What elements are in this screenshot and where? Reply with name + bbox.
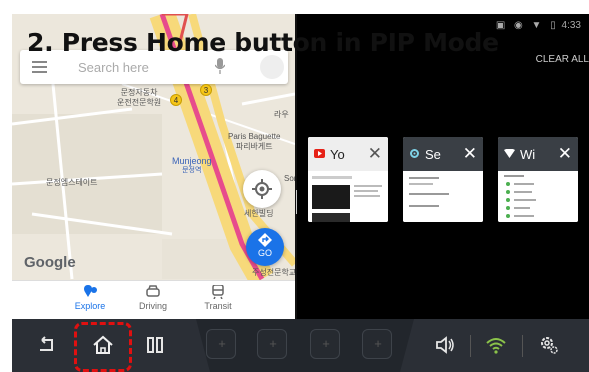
train-icon (212, 285, 224, 299)
clear-all-button[interactable]: CLEAR ALL (536, 54, 589, 65)
card-thumbnail (498, 171, 578, 222)
separator (470, 335, 471, 357)
app-slot-4[interactable] (362, 329, 393, 359)
settings-gear-button[interactable] (536, 332, 562, 358)
wifi-status-button[interactable] (483, 332, 509, 358)
search-placeholder[interactable]: Search here (78, 60, 149, 75)
mic-icon[interactable] (215, 58, 225, 74)
close-icon[interactable]: ✕ (368, 144, 382, 164)
app-slot-2[interactable] (257, 329, 288, 359)
my-location-button[interactable] (243, 170, 281, 208)
settings-icon (410, 149, 419, 158)
tab-explore[interactable]: Explore (60, 285, 120, 311)
status-bar: ▣ ◉ ▼ ▯ 4:33 (496, 20, 581, 31)
tab-transit[interactable]: Transit (188, 285, 248, 311)
map-label-munjeong-station: Munjeong 문정역 (172, 156, 212, 174)
app-slot-1[interactable] (206, 329, 237, 359)
maps-pip-window[interactable]: Search here 문정자동차 운전전문학원 4 3 라우 Paris Bag… (12, 14, 295, 319)
map-bottom-tabs: Explore Driving Transit (12, 280, 295, 319)
map-label-school: 문정자동차 운전전문학원 (117, 88, 162, 107)
go-button[interactable]: GO (246, 228, 284, 266)
svg-text:3: 3 (204, 86, 209, 95)
map-label-east: 문정엠스테이트 (46, 178, 98, 187)
directions-arrow-icon (258, 233, 272, 247)
recent-card-youtube[interactable]: Yo ✕ (308, 137, 388, 222)
close-icon[interactable]: ✕ (558, 144, 572, 164)
locate-icon (252, 179, 272, 199)
card-thumbnail (308, 171, 388, 222)
navigation-bar (12, 319, 589, 372)
car-icon (146, 285, 160, 297)
recents-button[interactable] (142, 332, 168, 358)
close-icon[interactable]: ✕ (463, 144, 477, 164)
google-logo: Google (24, 254, 76, 271)
directions-icon[interactable] (260, 55, 284, 79)
svg-text:4: 4 (174, 96, 179, 105)
youtube-icon (314, 149, 325, 158)
map-label-bottom: 주성전문학교 (252, 268, 295, 277)
volume-button[interactable] (432, 332, 458, 358)
card-thumbnail (403, 171, 483, 222)
route-badge-4: 4 (170, 94, 182, 106)
map-label-south: 세한빌딩 (244, 209, 274, 218)
menu-icon[interactable] (32, 61, 47, 73)
separator (522, 335, 523, 357)
go-label: GO (257, 248, 272, 258)
wifi-icon (504, 149, 515, 158)
home-button-highlight (74, 322, 132, 372)
recents-overview: ▣ ◉ ▼ ▯ 4:33 CLEAR ALL Yo ✕ Se ✕ Wi ✕ (297, 14, 589, 319)
recent-card-wifi[interactable]: Wi ✕ (498, 137, 578, 222)
app-slot-3[interactable] (310, 329, 341, 359)
recent-card-settings[interactable]: Se ✕ (403, 137, 483, 222)
map-label-son: Son (284, 174, 295, 183)
tab-driving[interactable]: Driving (123, 285, 183, 311)
device-screen: Search here 문정자동차 운전전문학원 4 3 라우 Paris Bag… (12, 14, 589, 372)
instruction-caption: 2. Press Home button in PIP Mode (27, 28, 499, 57)
map-label-partial: 라우 (274, 110, 289, 119)
back-button[interactable] (34, 332, 60, 358)
route-badge-3: 3 (200, 84, 212, 96)
clock: 4:33 (561, 20, 581, 31)
status-icons: ▣ ◉ ▼ ▯ (495, 20, 559, 31)
explore-pin-icon (84, 285, 97, 297)
map-label-paris-baguette: Paris Baguette 파리바게트 (228, 132, 281, 151)
